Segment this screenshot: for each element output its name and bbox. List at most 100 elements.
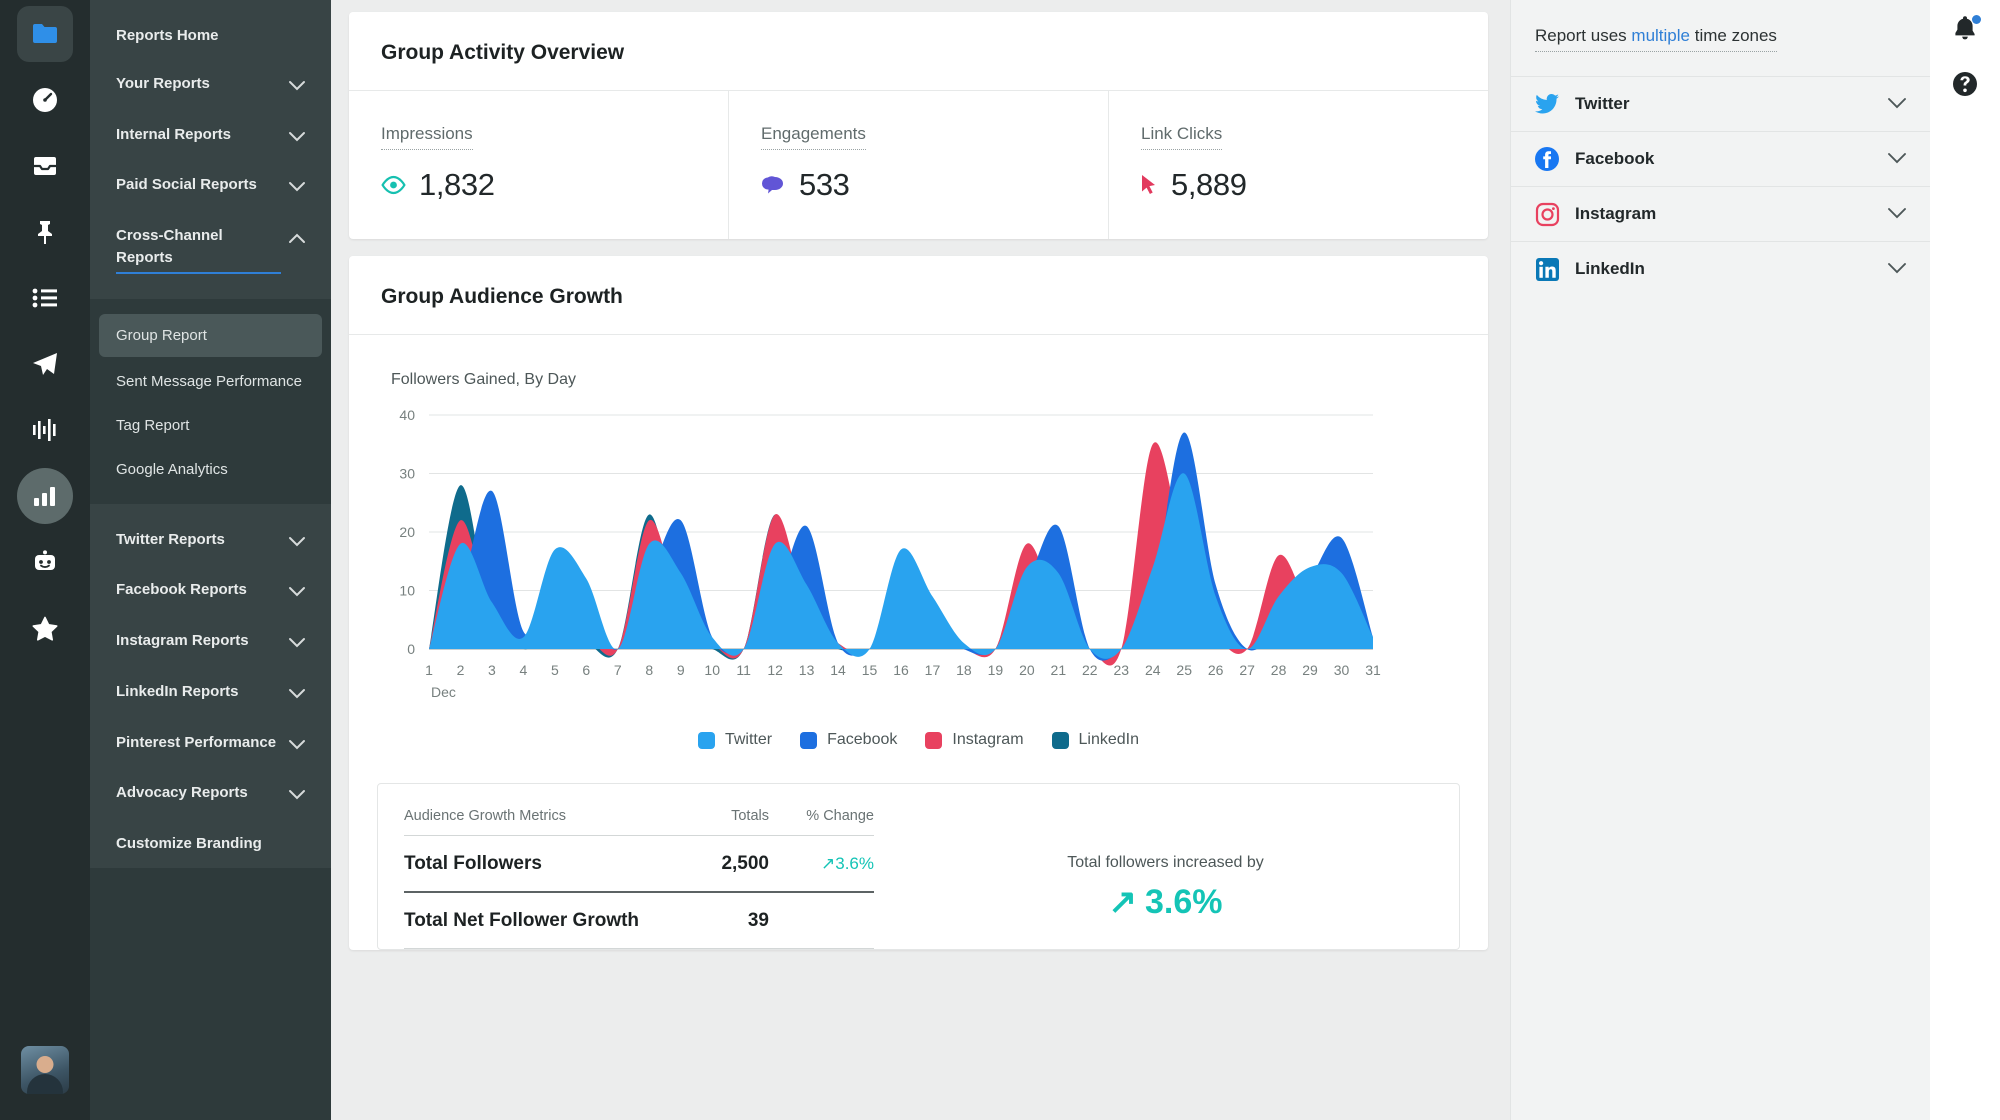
main-content: Group Activity Overview Impressions 1,83… <box>331 0 1510 1120</box>
help-icon <box>1952 71 1978 102</box>
svg-text:17: 17 <box>925 662 941 678</box>
notification-bell-button[interactable] <box>1949 14 1981 46</box>
nav-item-reports-home[interactable]: Reports Home <box>90 12 331 60</box>
list-icon <box>32 288 58 308</box>
report-settings-panel: Report uses multiple time zones Twitter … <box>1510 0 1930 1120</box>
metric-engagements: Engagements 533 <box>729 91 1109 239</box>
nav-label: Cross-Channel Reports <box>116 225 281 274</box>
nav-item-your-reports[interactable]: Your Reports <box>90 60 331 111</box>
metric-label[interactable]: Link Clicks <box>1141 124 1223 150</box>
metric-value-row: 533 <box>761 167 1076 203</box>
legend-label: LinkedIn <box>1078 731 1140 748</box>
chevron-down-icon <box>289 582 305 604</box>
folder-icon <box>32 23 58 45</box>
timezone-link[interactable]: multiple <box>1631 26 1690 45</box>
rail-item-inbox[interactable] <box>17 138 73 194</box>
group-activity-card: Group Activity Overview Impressions 1,83… <box>349 12 1488 239</box>
th-change: % Change <box>806 808 874 824</box>
svg-text:31: 31 <box>1365 662 1381 678</box>
network-accordion-facebook[interactable]: Facebook <box>1511 131 1930 186</box>
nav-item-cross-channel-reports[interactable]: Cross-Channel Reports <box>90 212 331 287</box>
nav-item-google-analytics[interactable]: Google Analytics <box>90 448 331 492</box>
avatar[interactable] <box>21 1046 69 1094</box>
rail-item-dashboard[interactable] <box>17 72 73 128</box>
metric-impressions: Impressions 1,832 <box>349 91 729 239</box>
nav-item-internal-reports[interactable]: Internal Reports <box>90 111 331 162</box>
network-label: LinkedIn <box>1575 259 1645 278</box>
legend-label: Facebook <box>827 731 898 748</box>
nav-sub-group: Group Report Sent Message Performance Ta… <box>90 299 331 504</box>
nav-item-instagram-reports[interactable]: Instagram Reports <box>90 617 331 668</box>
metric-value-row: 1,832 <box>381 167 696 203</box>
audience-growth-table: Audience Growth Metrics Totals % Change … <box>404 808 874 949</box>
svg-text:6: 6 <box>582 662 590 678</box>
rail-item-analytics[interactable] <box>17 468 73 524</box>
svg-text:12: 12 <box>767 662 783 678</box>
th-totals: Totals <box>731 808 769 824</box>
legend-item-instagram[interactable]: Instagram <box>925 731 1024 749</box>
timezone-notice-inner: Report uses multiple time zones <box>1535 26 1777 52</box>
svg-text:10: 10 <box>704 662 720 678</box>
rail-item-pulse[interactable] <box>17 402 73 458</box>
help-button[interactable] <box>1949 70 1981 102</box>
svg-text:10: 10 <box>399 583 415 599</box>
svg-text:0: 0 <box>407 641 415 657</box>
legend-item-linkedin[interactable]: LinkedIn <box>1051 731 1140 749</box>
nav-item-customize-branding[interactable]: Customize Branding <box>90 820 331 868</box>
nav-item-facebook-reports[interactable]: Facebook Reports <box>90 566 331 617</box>
svg-text:26: 26 <box>1208 662 1224 678</box>
svg-text:23: 23 <box>1113 662 1129 678</box>
legend-item-twitter[interactable]: Twitter <box>697 731 772 749</box>
svg-text:28: 28 <box>1271 662 1287 678</box>
rail-item-send[interactable] <box>17 336 73 392</box>
metric-label[interactable]: Impressions <box>381 124 473 150</box>
rail-item-folder[interactable] <box>17 6 73 62</box>
nav-item-tag-report[interactable]: Tag Report <box>90 404 331 448</box>
network-accordion-linkedin[interactable]: LinkedIn <box>1511 241 1930 296</box>
change-value: 3.6% <box>835 854 874 873</box>
svg-text:22: 22 <box>1082 662 1098 678</box>
svg-text:9: 9 <box>677 662 685 678</box>
svg-text:5: 5 <box>551 662 559 678</box>
rail-item-list[interactable] <box>17 270 73 326</box>
timezone-suffix: time zones <box>1694 26 1777 45</box>
nav-label: Group Report <box>116 326 207 344</box>
nav-item-paid-social-reports[interactable]: Paid Social Reports <box>90 161 331 212</box>
rail-item-bot[interactable] <box>17 534 73 590</box>
nav-item-group-report[interactable]: Group Report <box>99 313 322 358</box>
metric-label[interactable]: Engagements <box>761 124 866 150</box>
trend-up-icon: ↗ <box>1108 883 1138 921</box>
svg-text:13: 13 <box>799 662 815 678</box>
chevron-down-icon <box>289 532 305 554</box>
cell-metric: Total Followers <box>404 853 542 874</box>
legend-item-facebook[interactable]: Facebook <box>800 731 897 749</box>
linkedin-icon <box>1535 257 1559 281</box>
svg-text:30: 30 <box>1334 662 1350 678</box>
group-audience-growth-title: Group Audience Growth <box>349 256 1488 335</box>
nav-label: Advocacy Reports <box>116 784 248 802</box>
nav-secondary-group: Twitter Reports Facebook Reports Instagr… <box>90 503 331 868</box>
rail-item-star[interactable] <box>17 600 73 656</box>
svg-text:18: 18 <box>956 662 972 678</box>
cell-total: 2,500 <box>721 853 769 874</box>
nav-item-twitter-reports[interactable]: Twitter Reports <box>90 516 331 567</box>
nav-item-pinterest-performance[interactable]: Pinterest Performance <box>90 719 331 770</box>
svg-text:20: 20 <box>1019 662 1035 678</box>
nav-label: Reports Home <box>116 27 219 44</box>
nav-item-sent-message-performance[interactable]: Sent Message Performance <box>90 360 331 404</box>
followers-area-chart[interactable]: 0 10 20 30 40 1 2 3 4 5 6 7 8 9 10 11 12 13 14 15 16 17 18 19 20… <box>381 401 1456 701</box>
nav-item-linkedin-reports[interactable]: LinkedIn Reports <box>90 668 331 719</box>
metric-value-row: 5,889 <box>1141 167 1456 203</box>
legend-swatch <box>1051 731 1069 749</box>
nav-item-advocacy-reports[interactable]: Advocacy Reports <box>90 769 331 820</box>
nav-label: Facebook Reports <box>116 581 247 599</box>
dashboard-icon <box>32 87 58 113</box>
rail-item-pin[interactable] <box>17 204 73 260</box>
chart-subtitle: Followers Gained, By Day <box>391 371 576 388</box>
svg-text:16: 16 <box>893 662 909 678</box>
icon-rail <box>0 0 90 1120</box>
network-accordion-twitter[interactable]: Twitter <box>1511 76 1930 131</box>
chevron-down-icon <box>289 735 305 757</box>
network-accordion-instagram[interactable]: Instagram <box>1511 186 1930 241</box>
svg-text:19: 19 <box>988 662 1004 678</box>
